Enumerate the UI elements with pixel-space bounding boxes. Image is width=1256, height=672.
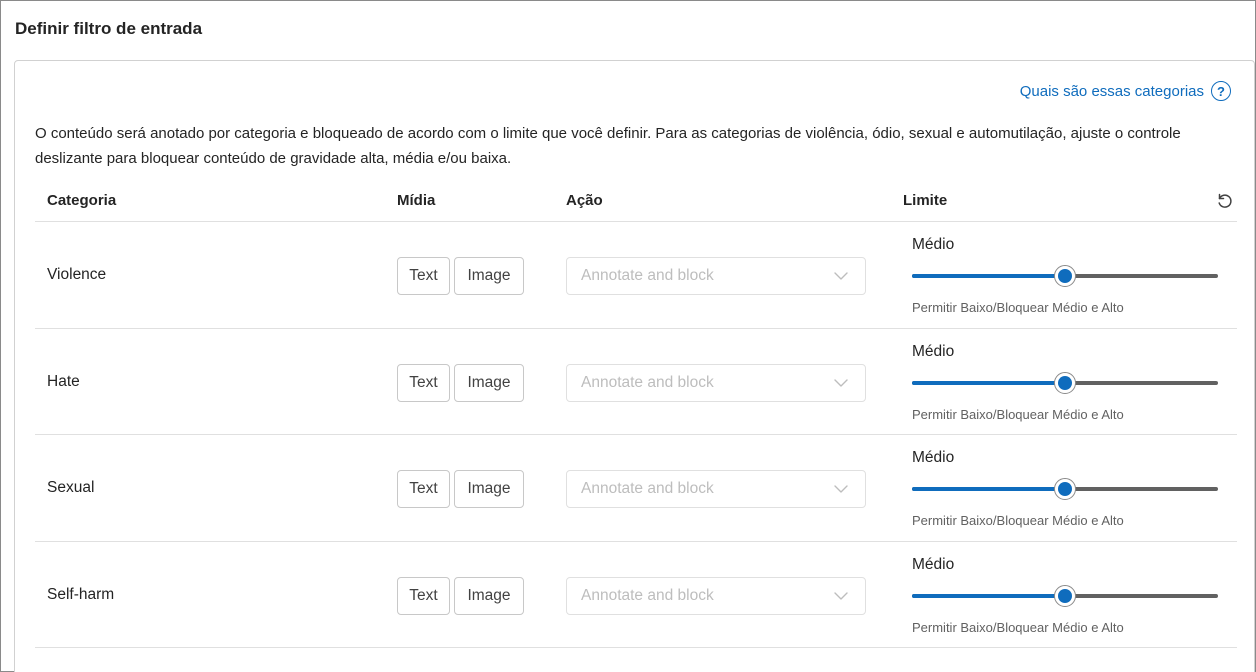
category-label: Self-harm	[47, 585, 115, 603]
action-dropdown[interactable]: Annotate and block	[566, 576, 866, 615]
media-text-button[interactable]: Text	[397, 257, 450, 295]
header-category: Categoria	[47, 192, 117, 209]
limit-description: Permitir Baixo/Bloquear Médio e Alto	[912, 406, 1124, 422]
limit-slider[interactable]	[912, 478, 1218, 500]
category-label: Hate	[47, 372, 80, 390]
slider-fill	[912, 487, 1065, 491]
chevron-down-icon	[834, 591, 848, 600]
slider-thumb[interactable]	[1054, 584, 1076, 607]
action-dropdown-value: Annotate and block	[581, 267, 714, 284]
help-link-label[interactable]: Quais são essas categorias	[1020, 83, 1204, 100]
action-dropdown[interactable]: Annotate and block	[566, 363, 866, 402]
page-title: Definir filtro de entrada	[15, 19, 203, 38]
limit-value-label: Médio	[912, 555, 955, 573]
table-row-sexual: Sexual Text Image Annotate and block Méd…	[35, 435, 1237, 542]
limit-slider[interactable]	[912, 584, 1218, 607]
table-row-self-harm: Self-harm Text Image Annotate and block …	[35, 542, 1237, 648]
limit-description: Permitir Baixo/Bloquear Médio e Alto	[912, 619, 1124, 635]
limit-description: Permitir Baixo/Bloquear Médio e Alto	[912, 513, 1124, 528]
media-text-button[interactable]: Text	[397, 363, 450, 402]
chevron-down-icon	[834, 272, 848, 280]
header-action: Ação	[566, 192, 603, 209]
table-header: Categoria Mídia Ação Limite	[35, 183, 1237, 222]
action-dropdown[interactable]: Annotate and block	[566, 257, 866, 295]
chevron-down-icon	[834, 378, 848, 387]
question-circle-icon[interactable]: ?	[1211, 81, 1231, 101]
limit-description: Permitir Baixo/Bloquear Médio e Alto	[912, 300, 1124, 315]
filter-description: O conteúdo será anotado por categoria e …	[35, 125, 1181, 167]
media-image-button[interactable]: Image	[454, 257, 524, 295]
table-row-violence: Violence Text Image Annotate and block M…	[35, 222, 1237, 329]
media-image-button[interactable]: Image	[454, 363, 524, 402]
media-image-button[interactable]: Image	[454, 470, 524, 508]
action-dropdown[interactable]: Annotate and block	[566, 470, 866, 508]
media-text-button[interactable]: Text	[397, 576, 450, 615]
media-image-button[interactable]: Image	[454, 576, 524, 615]
slider-fill	[912, 593, 1065, 598]
slider-fill	[912, 274, 1065, 278]
slider-thumb[interactable]	[1054, 265, 1076, 287]
categories-table: Categoria Mídia Ação Limite Violence Tex…	[35, 183, 1237, 648]
filter-card: Quais são essas categorias ? O conteúdo …	[14, 60, 1255, 672]
category-label: Sexual	[47, 479, 95, 496]
reset-icon[interactable]	[1213, 189, 1237, 213]
action-dropdown-value: Annotate and block	[581, 586, 714, 604]
table-row-hate: Hate Text Image Annotate and block Médio…	[35, 329, 1237, 435]
slider-thumb[interactable]	[1054, 478, 1076, 500]
limit-value-label: Médio	[912, 449, 955, 466]
media-text-button[interactable]: Text	[397, 470, 450, 508]
header-limit: Limite	[903, 192, 948, 209]
header-media: Mídia	[397, 192, 436, 209]
slider-fill	[912, 380, 1065, 385]
slider-thumb[interactable]	[1054, 371, 1076, 394]
filter-panel: Definir filtro de entrada Quais são essa…	[0, 0, 1256, 672]
categories-help-link[interactable]: Quais são essas categorias ?	[1020, 81, 1231, 101]
limit-slider[interactable]	[912, 371, 1218, 394]
action-dropdown-value: Annotate and block	[581, 373, 714, 391]
chevron-down-icon	[834, 485, 848, 493]
category-label: Violence	[47, 266, 107, 283]
action-dropdown-value: Annotate and block	[581, 480, 714, 497]
limit-value-label: Médio	[912, 236, 955, 253]
limit-slider[interactable]	[912, 265, 1218, 287]
limit-value-label: Médio	[912, 342, 955, 360]
